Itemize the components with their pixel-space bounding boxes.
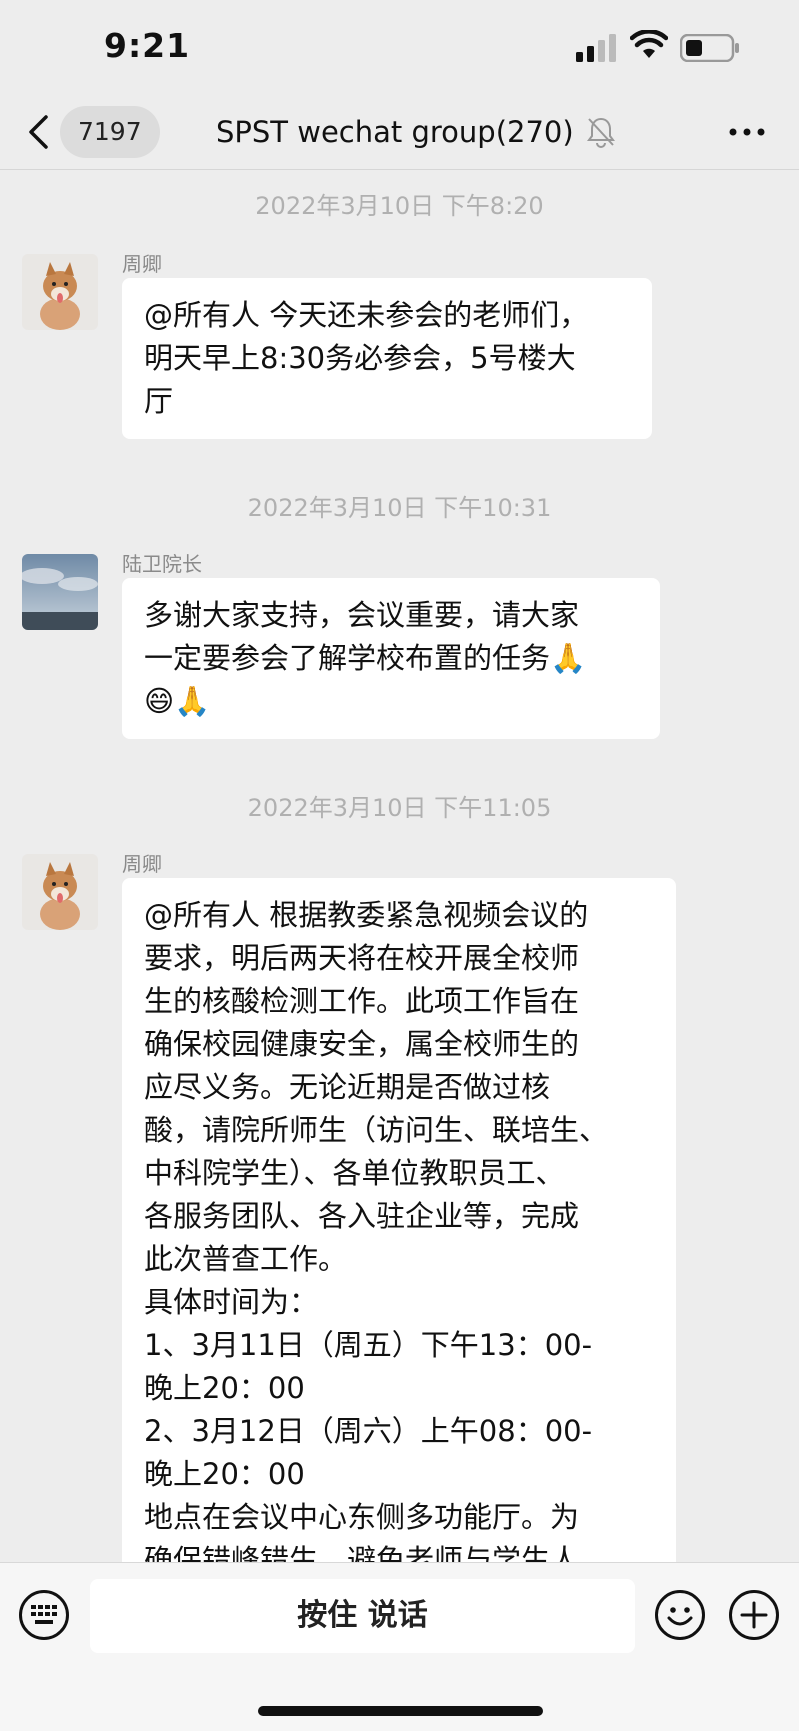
chevron-left-icon[interactable]: [26, 114, 52, 150]
message-line: 2、3月12日（周六）上午08：00-: [144, 1414, 593, 1448]
status-bar: 9:21: [0, 0, 799, 96]
message-line: 确保校园健康安全，属全校师生的: [144, 1027, 580, 1061]
header-divider: [0, 169, 799, 170]
dog-avatar-icon: [22, 854, 98, 930]
hold-to-talk-button[interactable]: 按住 说话: [90, 1579, 635, 1653]
avatar[interactable]: [22, 854, 98, 930]
more-dots-icon[interactable]: [727, 120, 767, 144]
chat-header: 7197 SPST wechat group(270): [0, 96, 799, 170]
message-line: 此次普查工作。: [144, 1242, 348, 1276]
message-bubble[interactable]: 多谢大家支持，会议重要，请大家 一定要参会了解学校布置的任务🙏 😄🙏: [122, 578, 660, 739]
message-line: @所有人 今天还未参会的老师们，: [144, 298, 589, 332]
message-bubble[interactable]: @所有人 根据教委紧急视频会议的 要求，明后两天将在校开展全校师 生的核酸检测工…: [122, 878, 676, 1598]
message-line: 厅: [144, 384, 174, 418]
message-line: @所有人 根据教委紧急视频会议的: [144, 898, 589, 932]
keyboard-icon[interactable]: [18, 1589, 70, 1641]
message-line: 要求，明后两天将在校开展全校师: [144, 941, 580, 975]
landscape-avatar-icon: [22, 554, 98, 630]
sender-name: 周卿: [122, 252, 162, 276]
avatar[interactable]: [22, 254, 98, 330]
status-time: 9:21: [104, 26, 191, 65]
message-line: 中科院学生）、各单位教职员工、: [144, 1156, 565, 1190]
message-line: 晚上20：00: [144, 1457, 305, 1491]
sender-name: 陆卫院长: [122, 552, 202, 576]
message-line: 一定要参会了解学校布置的任务🙏: [144, 641, 587, 675]
message-line: 地点在会议中心东侧多功能厅。为: [144, 1500, 580, 1534]
message-timestamp: 2022年3月10日 下午11:05: [247, 794, 552, 822]
avatar[interactable]: [22, 554, 98, 630]
home-indicator: [258, 1706, 543, 1716]
bell-muted-icon: [587, 117, 615, 148]
message-line: 😄🙏: [144, 684, 211, 718]
emoji-icon[interactable]: [654, 1589, 706, 1641]
dog-avatar-icon: [22, 254, 98, 330]
chat-title: SPST wechat group(270): [216, 115, 574, 149]
message-line: 酸，请院所师生（访问生、联培生、: [144, 1113, 609, 1147]
plus-circle-icon[interactable]: [728, 1589, 780, 1641]
message-line: 1、3月11日（周五）下午13：00-: [144, 1328, 593, 1362]
message-line: 应尽义务。无论近期是否做过核: [144, 1070, 551, 1104]
message-line: 明天早上8:30务必参会，5号楼大: [144, 341, 576, 375]
message-line: 各服务团队、各入驻企业等，完成: [144, 1199, 580, 1233]
message-line: 具体时间为：: [144, 1285, 319, 1319]
message-line: 多谢大家支持，会议重要，请大家: [144, 598, 580, 632]
message-bubble[interactable]: @所有人 今天还未参会的老师们， 明天早上8:30务必参会，5号楼大 厅: [122, 278, 652, 439]
cellular-signal-icon: [576, 34, 616, 62]
message-timestamp: 2022年3月10日 下午10:31: [247, 494, 552, 522]
message-line: 生的核酸检测工作。此项工作旨在: [144, 984, 580, 1018]
message-line: 晚上20：00: [144, 1371, 305, 1405]
unread-count-badge[interactable]: 7197: [60, 106, 160, 158]
battery-icon: [680, 34, 739, 62]
message-timestamp: 2022年3月10日 下午8:20: [255, 192, 544, 220]
sender-name: 周卿: [122, 852, 162, 876]
wifi-icon: [630, 30, 668, 58]
